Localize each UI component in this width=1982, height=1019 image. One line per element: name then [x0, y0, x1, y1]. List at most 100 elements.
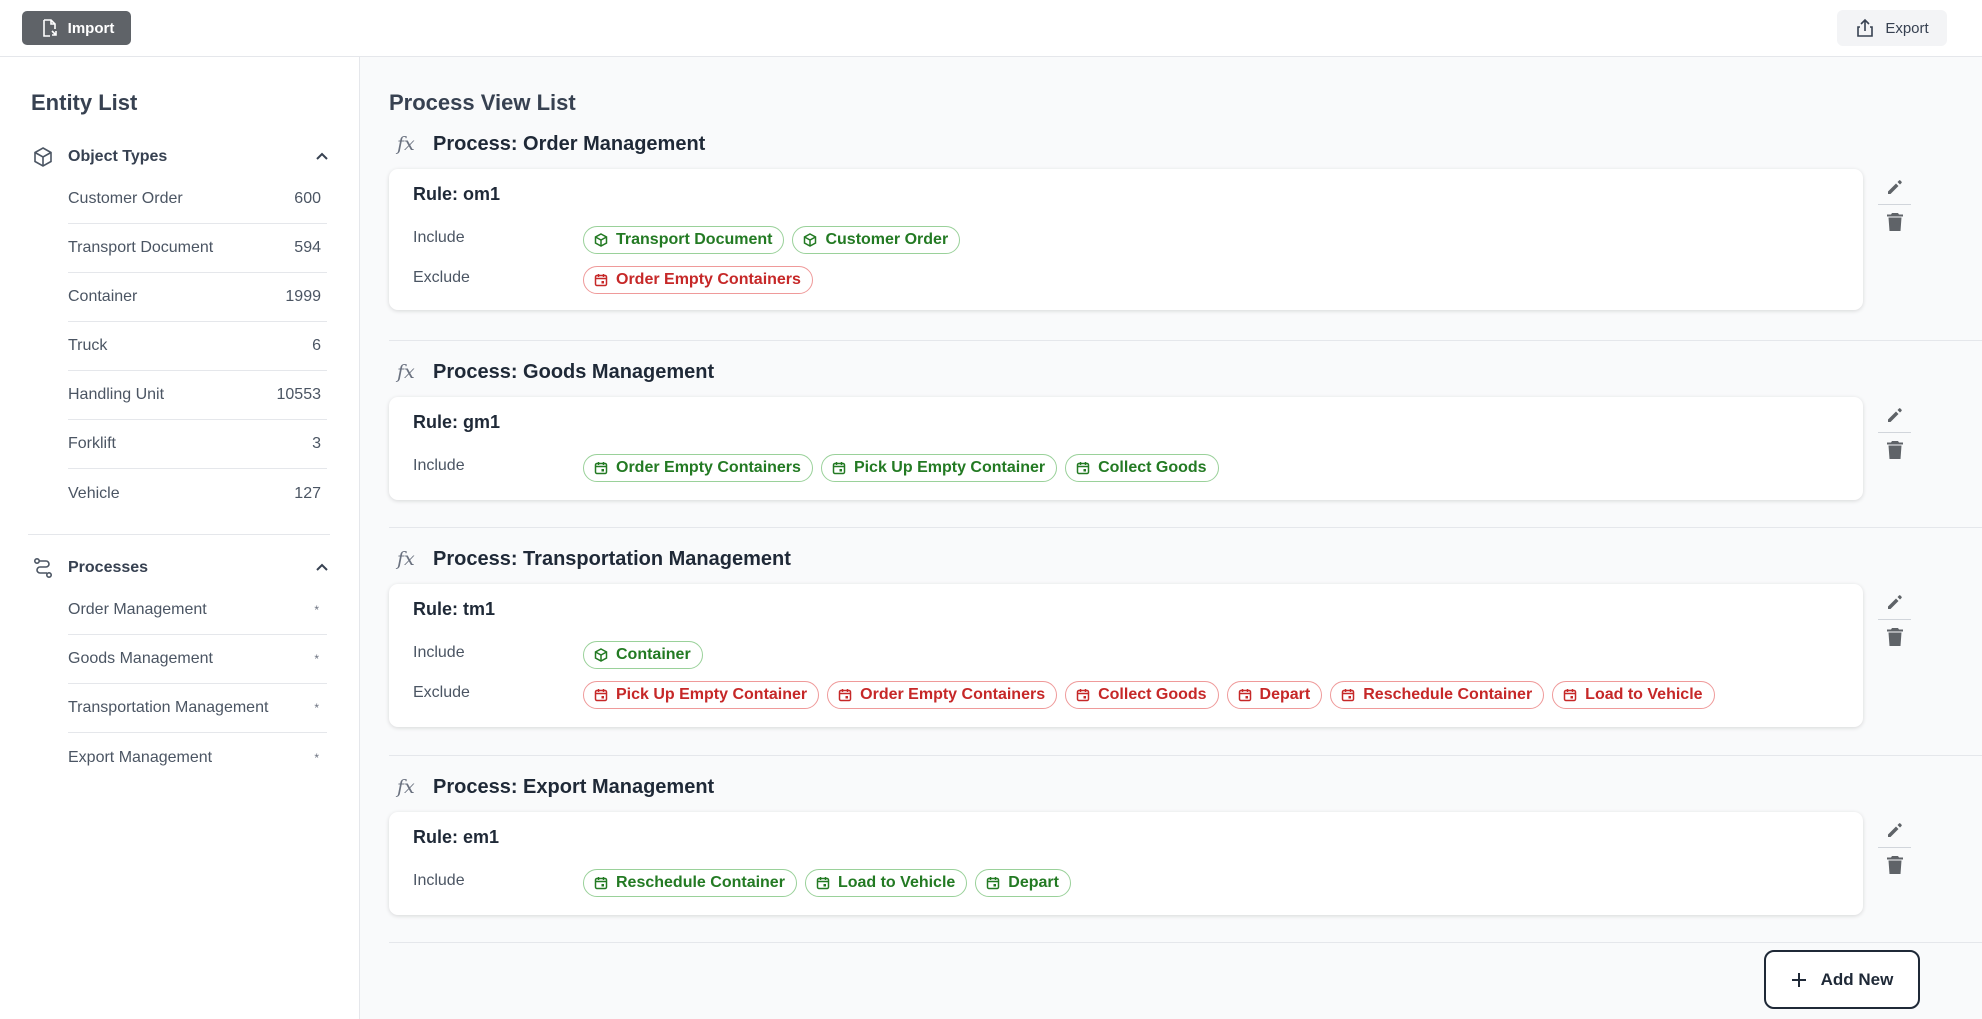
delete-button[interactable] [1878, 205, 1911, 239]
object-type-item[interactable]: Handling Unit 10553 [68, 371, 327, 420]
object-type-item[interactable]: Customer Order 600 [68, 175, 327, 224]
chip-label: Reschedule Container [1363, 686, 1533, 703]
process-item-label: Transportation Management [68, 699, 269, 716]
add-new-button[interactable]: Add New [1764, 950, 1920, 1009]
edit-button[interactable] [1878, 170, 1911, 204]
exclude-chip[interactable]: Depart [1226, 681, 1323, 709]
object-type-item[interactable]: Container 1999 [68, 273, 327, 322]
trash-icon [1886, 441, 1903, 459]
chip-label: Container [616, 646, 691, 663]
process-item-label: Export Management [68, 748, 213, 766]
main-title: Process View List [389, 90, 576, 115]
rule-card: Rule: gm1 Include Order Empty Containers P… [389, 397, 1863, 500]
object-type-count: 10553 [276, 386, 322, 403]
object-type-item[interactable]: Forklift 3 [68, 420, 327, 469]
asterisk-marker: * [314, 603, 319, 617]
chip-label: Transport Document [616, 231, 773, 248]
process-item[interactable]: Order Management * [68, 586, 327, 635]
chip-label: Order Empty Containers [616, 271, 801, 288]
include-chip[interactable]: Container [583, 641, 703, 669]
pencil-icon [1887, 180, 1902, 194]
process-item[interactable]: Transportation Management * [68, 684, 327, 733]
pencil-icon [1887, 595, 1902, 609]
process-item-label: Order Management [68, 601, 207, 618]
rule-title: Rule: em1 [413, 827, 500, 847]
edit-button[interactable] [1878, 398, 1911, 432]
process-item[interactable]: Export Management * [68, 733, 327, 782]
processes-label: Processes [68, 559, 149, 576]
calendar-icon [832, 462, 846, 475]
function-icon: fx [397, 361, 415, 383]
add-new-label: Add New [1820, 969, 1894, 989]
object-type-count: 594 [294, 239, 321, 256]
entity-sidebar: Entity List Object Types Customer Order 6… [0, 57, 360, 1019]
delete-button[interactable] [1878, 433, 1911, 467]
cube-icon [594, 233, 608, 247]
asterisk-marker: * [314, 652, 319, 666]
asterisk-marker: * [314, 750, 319, 765]
include-chip[interactable]: Transport Document [583, 226, 785, 254]
rule-card: Rule: em1 Include Reschedule Container Loa… [389, 812, 1863, 915]
object-type-label: Truck [68, 337, 108, 354]
exclude-chip[interactable]: Collect Goods [1065, 681, 1219, 709]
delete-button[interactable] [1878, 620, 1911, 654]
process-block: fx Process: Export Management Rule: em1 I… [389, 772, 1982, 915]
exclude-chip[interactable]: Reschedule Container [1330, 681, 1545, 709]
include-chip[interactable]: Order Empty Containers [583, 454, 813, 482]
chip-label: Order Empty Containers [616, 459, 801, 476]
object-type-count: 1999 [285, 288, 321, 305]
calendar-icon [838, 689, 852, 702]
trash-icon [1886, 213, 1903, 231]
edit-button[interactable] [1878, 585, 1911, 619]
chevron-up-icon[interactable] [314, 560, 330, 576]
cube-icon [34, 147, 52, 167]
chip-label: Collect Goods [1098, 459, 1207, 476]
include-chip[interactable]: Reschedule Container [583, 869, 797, 897]
include-chip[interactable]: Customer Order [792, 226, 961, 254]
exclude-chip[interactable]: Pick Up Empty Container [583, 681, 820, 709]
process-block: fx Process: Goods Management Rule: gm1 In… [389, 357, 1982, 500]
calendar-icon [1238, 689, 1251, 702]
rule-title: Rule: tm1 [413, 599, 496, 619]
pencil-icon [1887, 823, 1902, 837]
object-types-list: Customer Order 600 Transport Document 594 Co… [68, 175, 327, 518]
export-button[interactable]: Export [1837, 10, 1947, 46]
process-title: Process: Order Management [433, 132, 706, 155]
delete-button[interactable] [1878, 848, 1911, 882]
object-type-item[interactable]: Vehicle 127 [68, 469, 327, 518]
edit-button[interactable] [1878, 813, 1911, 847]
include-chip[interactable]: Collect Goods [1065, 454, 1219, 482]
object-type-item[interactable]: Transport Document 594 [68, 224, 327, 273]
file-import-icon [42, 19, 57, 37]
import-button[interactable]: Import [22, 11, 131, 45]
process-item[interactable]: Goods Management * [68, 635, 327, 684]
chip-label: Customer Order [825, 231, 949, 248]
object-type-label: Vehicle [68, 484, 120, 502]
calendar-icon [594, 689, 608, 702]
share-icon [1857, 18, 1874, 37]
exclude-chip[interactable]: Load to Vehicle [1552, 681, 1715, 709]
trash-icon [1886, 856, 1903, 874]
object-type-item[interactable]: Truck 6 [68, 322, 327, 371]
exclude-chip[interactable]: Order Empty Containers [583, 266, 813, 294]
object-type-count: 600 [294, 190, 321, 207]
object-type-count: 6 [312, 337, 321, 354]
include-chip[interactable]: Pick Up Empty Container [820, 454, 1058, 482]
exclude-label: Exclude [413, 684, 470, 701]
sidebar-title: Entity List [31, 90, 138, 115]
process-block: fx Process: Transportation Management Rul… [389, 544, 1982, 727]
export-label: Export [1885, 19, 1929, 37]
function-icon: fx [397, 548, 415, 570]
include-chip[interactable]: Depart [975, 869, 1071, 897]
exclude-chip[interactable]: Order Empty Containers [827, 681, 1058, 709]
plus-icon [1791, 972, 1806, 987]
chip-label: Collect Goods [1098, 686, 1207, 703]
rule-card: Rule: tm1 Include Container Exclude Pick U… [389, 584, 1863, 727]
include-chip[interactable]: Load to Vehicle [804, 869, 968, 897]
chevron-up-icon[interactable] [314, 149, 330, 165]
object-types-header[interactable]: Object Types [32, 142, 330, 172]
object-type-label: Container [68, 288, 138, 305]
object-type-label: Forklift [68, 435, 116, 452]
processes-header[interactable]: Processes [32, 553, 330, 583]
import-label: Import [67, 19, 115, 37]
